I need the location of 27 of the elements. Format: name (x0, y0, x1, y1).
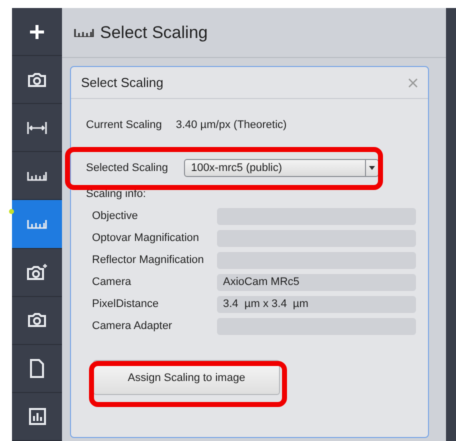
plus-icon (29, 24, 45, 40)
ruler-icon (27, 170, 47, 181)
sidebar-button[interactable] (12, 200, 62, 249)
ruler-icon (74, 28, 94, 36)
camera-icon (27, 312, 47, 328)
info-field: 3.4 µm x 3.4 µm (217, 296, 416, 312)
field-label: Camera Adapter (92, 320, 174, 332)
camera-icon (27, 72, 47, 88)
field-label: Objective (92, 210, 139, 222)
field-label: Selected Scaling (86, 162, 168, 174)
document-icon (29, 358, 45, 378)
info-field: AxioCam MRc5 (217, 274, 416, 290)
field-value: 3.40 µm/px (Theoretic) (176, 119, 287, 131)
ruler-icon (27, 218, 47, 229)
width-arrow-icon (27, 120, 47, 135)
panel-title: Select Scaling (100, 22, 208, 42)
dropdown-arrow-icon (368, 166, 375, 170)
status-dot (9, 209, 14, 214)
chart-icon (28, 408, 46, 425)
field-label: Camera (92, 276, 132, 288)
field-label: Reflector Magnification (92, 254, 205, 266)
field-label: Current Scaling (86, 119, 162, 131)
field-label: Optovar Magnification (92, 232, 200, 244)
scaling-dropdown[interactable]: 100x-mrc5 (public) (184, 159, 379, 177)
camera-icon (26, 263, 48, 282)
field-label: PixelDistance (92, 298, 160, 310)
dialog-title: Select Scaling (81, 75, 164, 90)
